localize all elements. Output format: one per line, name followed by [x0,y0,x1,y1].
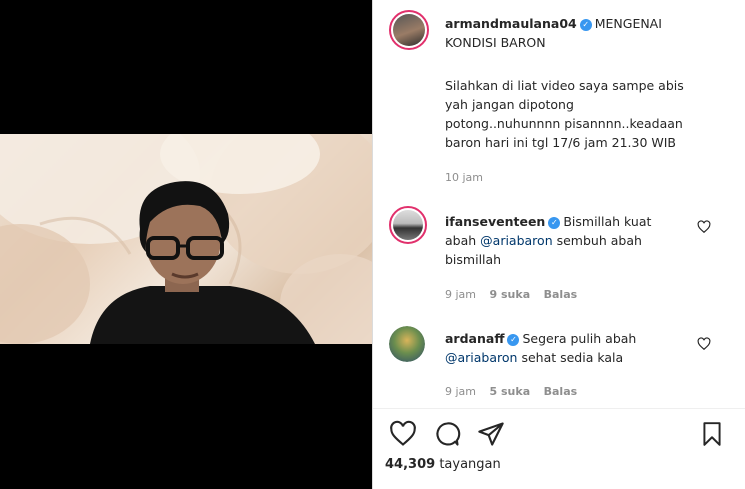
like-comment-heart-icon[interactable] [697,220,711,234]
heart-icon[interactable] [389,420,417,448]
comment-username[interactable]: ifanseventeen [445,214,545,229]
body-line-1: Silahkan di liat video saya sampe abis [445,78,684,93]
comment-mention[interactable]: @ariabaron [445,350,517,365]
comment-text-a: Bismillah kuat [563,214,652,229]
verified-badge-icon: ✓ [548,217,561,229]
author-avatar[interactable] [389,10,429,50]
bookmark-icon[interactable] [699,420,725,448]
comment-avatar[interactable] [389,326,425,362]
comment-icon[interactable] [433,420,461,448]
comment-likes[interactable]: 9 suka [490,288,531,301]
share-icon[interactable] [477,420,505,448]
media-panel [0,0,372,489]
verified-badge-icon: ✓ [579,19,592,31]
actions-divider [373,408,745,409]
comment-text: ifanseventeen ✓ Bismillah kuat abah @ariab… [445,212,715,269]
comment-text-b1: abah [445,233,481,248]
comment-avatar[interactable] [389,206,427,244]
post-time: 10 jam [445,171,484,184]
verified-badge-icon: ✓ [507,334,520,346]
comment-text: ardanaff ✓ Segera pulih abah @ariabaron se… [445,329,715,367]
post-timestamp: 10 jam [445,171,493,184]
comment-time: 9 jam [445,385,477,398]
comment-text-c: bismillah [445,252,502,267]
comment-time: 9 jam [445,288,477,301]
comment-text-a: Segera pulih abah [522,331,637,346]
comment-mention[interactable]: @ariabaron [480,233,552,248]
body-line-4: baron hari ini tgl 17/6 jam 21.30 WIB [445,135,676,150]
caption-line-1: MENGENAI [594,16,662,31]
comment-text-b2: sehat sedia kala [517,350,624,365]
video-player[interactable] [0,134,372,344]
post-caption-body: Silahkan di liat video saya sampe abis y… [445,76,740,152]
body-line-2: yah jangan dipotong [445,97,574,112]
author-username[interactable]: armandmaulana04 [445,16,577,31]
like-comment-heart-icon[interactable] [697,337,711,351]
caption-line-2: KONDISI BARON [445,35,546,50]
comment-reply-button[interactable]: Balas [544,385,578,398]
comment-reply-button[interactable]: Balas [544,288,578,301]
post-caption-header: armandmaulana04 ✓ MENGENAI KONDISI BARON [445,14,735,52]
comment-likes[interactable]: 5 suka [490,385,531,398]
body-line-3: potong..nuhunnnn pisannnn..keadaan [445,116,683,131]
comment-text-b2: sembuh abah [552,233,642,248]
comment-meta: 9 jam 5 suka Balas [445,385,587,398]
view-count-label: tayangan [439,457,501,472]
post-details-panel: armandmaulana04 ✓ MENGENAI KONDISI BARON S… [373,0,745,489]
view-count-number: 44,309 [385,457,436,472]
comment-username[interactable]: ardanaff [445,331,504,346]
comment-meta: 9 jam 9 suka Balas [445,288,587,301]
view-count: 44,309 tayangan [385,457,501,472]
video-frame-illustration [0,134,372,344]
